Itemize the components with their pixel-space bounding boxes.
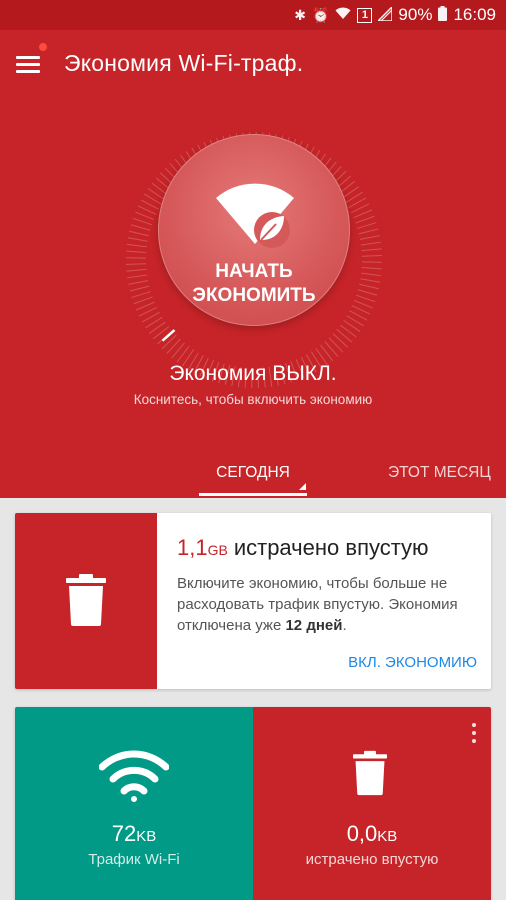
wifi-traffic-tile[interactable]: 72KB Трафик Wi-Fi: [15, 707, 253, 900]
wifi-icon: [99, 750, 169, 802]
tab-today[interactable]: СЕГОДНЯ: [200, 464, 306, 482]
battery-icon: [438, 6, 448, 24]
wasted-description: Включите экономию, чтобы больше не расхо…: [177, 575, 458, 634]
start-saving-label: НАЧАТЬ ЭКОНОМИТЬ: [192, 261, 316, 306]
battery-percent: 90%: [398, 5, 433, 24]
tab-indicator: [199, 493, 307, 496]
stats-card: 72KB Трафик Wi-Fi 0,0KB истрачено впусту…: [15, 707, 491, 900]
wasted-tile-value: 0,0KB: [346, 821, 398, 846]
more-options-icon[interactable]: [471, 723, 477, 745]
saving-status-subtitle: Коснитесь, чтобы включить экономию: [133, 392, 373, 407]
clock: 16:09: [453, 5, 496, 24]
trash-icon: [66, 574, 106, 626]
tab-this-month[interactable]: ЭТОТ МЕСЯЦ: [388, 464, 491, 482]
wifi-traffic-value: 72KB: [111, 821, 157, 846]
wasted-unit: GB: [207, 542, 228, 558]
alarm-icon: ⏰: [311, 6, 330, 23]
wasted-traffic-card: 1,1GB истрачено впустую Включите экономию…: [15, 513, 491, 689]
sim-icon: 1: [357, 7, 373, 23]
dropdown-arrow-icon[interactable]: [299, 483, 306, 490]
wasted-card-icon-panel: [15, 513, 157, 689]
menu-button[interactable]: [16, 54, 42, 74]
wasted-tile-label: истрачено впустую: [305, 851, 439, 868]
status-bar: ✱ ⏰ 1 90% 16:09: [0, 0, 506, 30]
enable-saving-button[interactable]: ВКЛ. ЭКОНОМИЮ: [348, 654, 477, 671]
wasted-value: 1,1: [177, 535, 208, 560]
wifi-traffic-label: Трафик Wi-Fi: [88, 851, 180, 868]
trash-icon: [353, 750, 387, 796]
bluetooth-icon: ✱: [294, 6, 306, 23]
saving-status-title: Экономия ВЫКЛ.: [169, 362, 337, 385]
notification-dot: [38, 42, 48, 52]
signal-icon: [376, 4, 394, 24]
page-title: Экономия Wi-Fi-траф.: [64, 50, 304, 76]
wasted-tile[interactable]: 0,0KB истрачено впустую: [253, 707, 491, 900]
wifi-icon: [335, 7, 351, 23]
app-header: Экономия Wi-Fi-траф. НАЧАТЬ ЭКОНОМИТЬ Эк…: [0, 30, 506, 498]
wasted-headline-text: истрачено впустую: [233, 535, 429, 560]
wasted-headline: 1,1GB истрачено впустую: [177, 535, 429, 561]
days-off: 12 дней: [285, 617, 343, 634]
start-saving-button[interactable]: НАЧАТЬ ЭКОНОМИТЬ: [158, 134, 350, 326]
wifi-leaf-icon: [216, 183, 294, 248]
